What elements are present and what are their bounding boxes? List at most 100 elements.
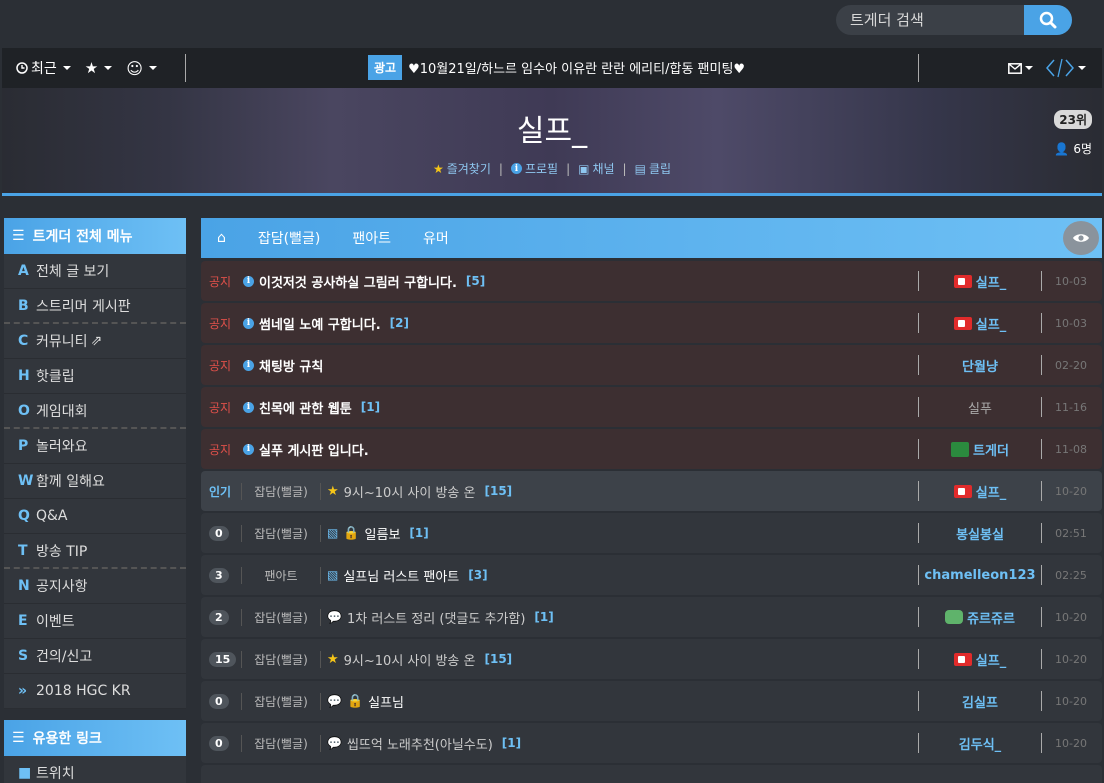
post-author: 실프_ — [975, 485, 1007, 501]
table-row[interactable]: 공지 i 이것저것 공사하실 그림러 구합니다. [5] 실프_ 10-03 — [201, 261, 1102, 301]
streamer-icon — [953, 652, 972, 666]
table-row[interactable]: 0 잡담(뻘글) ▧ 🔒 일름보 [1] 봉실봉실 02:51 — [201, 513, 1102, 553]
comment-count: [2] — [389, 316, 409, 330]
favorites-menu[interactable]: ★ — [84, 59, 113, 77]
comment-count: [1] — [501, 736, 522, 750]
sidebar: ☰ 트게더 전체 메뉴 A 전체 글 보기 B 스트리머 게시판 C 커뮤니티 ⇗ H 핫클… — [4, 218, 186, 783]
image-icon: ▧ — [327, 568, 339, 582]
table-row[interactable]: 3 팬아트 ▧ 실프님 러스트 팬아트 [3] chamelleon123 02:2… — [201, 555, 1102, 595]
sidebar-header: ☰ 트게더 전체 메뉴 — [4, 218, 186, 254]
post-title[interactable]: 실프님 — [368, 692, 404, 711]
user-icon: 👤 — [1054, 141, 1070, 156]
comment-icon: 💬 — [327, 610, 342, 624]
divider — [918, 54, 919, 82]
star-icon: ★ — [84, 59, 99, 77]
twitch-icon: ▣ — [578, 161, 590, 176]
post-title[interactable]: 실프님 러스트 팬아트 — [343, 566, 459, 585]
ad-tag: 광고 — [368, 54, 403, 80]
table-row[interactable]: 2 잡담(뻘글) 💬 1차 러스트 정리 (댓글도 추가함) [1] 쥬르쥬르 10… — [201, 597, 1102, 637]
post-author: 실프_ — [975, 653, 1007, 669]
post-title[interactable]: 채팅방 규칙 — [259, 356, 323, 375]
sidebar-item-hotclip[interactable]: H 핫클립 — [4, 359, 186, 394]
channel-links: ★ 즐겨찾기 | i 프로필 | ▣ 채널 | ▤ 클립 — [432, 160, 672, 177]
post-title[interactable]: 실푸 게시판 입니다. — [259, 440, 369, 459]
table-row[interactable] — [201, 765, 1102, 783]
table-row[interactable]: 인기 잡담(뻘글) ★ 9시~10시 사이 방송 온 [15] 실프_ 10-20 — [201, 471, 1102, 511]
post-author: 단월냥 — [962, 359, 998, 375]
table-row[interactable]: 0 잡담(뻘글) 💬 🔒 실프님 김실프 10-20 — [201, 681, 1102, 721]
table-row[interactable]: 15 잡담(뻘글) ★ 9시~10시 사이 방송 온 [15] 실프_ 10-20 — [201, 639, 1102, 679]
star-icon: ★ — [432, 161, 444, 176]
tab-chat[interactable]: 잡담(뻘글) — [258, 228, 320, 248]
table-row[interactable]: 공지 i 친목에 관한 웹툰 [1] 실푸 11-16 — [201, 387, 1102, 427]
sidebar-item-all[interactable]: A 전체 글 보기 — [4, 254, 186, 289]
sidebar-item-tournament[interactable]: O 게임대회 — [4, 394, 186, 429]
comment-count: [15] — [484, 484, 513, 498]
post-date: 02:51 — [1055, 526, 1087, 540]
sidebar-item-qna[interactable]: Q Q&A — [4, 499, 186, 534]
post-author: 봉실봉실 — [956, 527, 1004, 543]
comment-count: [1] — [360, 400, 381, 414]
post-author: 실푸 — [968, 401, 992, 417]
frog-icon — [945, 610, 964, 624]
code-menu[interactable] — [1045, 57, 1086, 79]
post-title[interactable]: 9시~10시 사이 방송 온 — [344, 482, 476, 501]
recent-menu[interactable]: 최근 — [16, 58, 71, 78]
sidebar-item-work[interactable]: W 함께 일해요 — [4, 464, 186, 499]
sidebar-item-community[interactable]: C 커뮤니티 ⇗ — [4, 324, 186, 359]
emoji-menu[interactable]: ☺ — [126, 59, 157, 78]
board: ⌂ 잡담(뻘글) 팬아트 유머 공지 i 이것저것 공사하실 그림러 구합니다.[… — [201, 218, 1102, 783]
favorite-link[interactable]: ★ 즐겨찾기 — [433, 160, 491, 177]
profile-link[interactable]: i 프로필 — [510, 160, 558, 177]
sidebar-item-report[interactable]: S 건의/신고 — [4, 639, 186, 674]
home-icon[interactable]: ⌂ — [217, 230, 226, 246]
tab-fanart[interactable]: 팬아트 — [352, 228, 391, 248]
table-row[interactable]: 0 잡담(뻘글) 💬 씹뜨억 노래추천(아닐수도) [1] 김두식_ 10-20 — [201, 723, 1102, 763]
post-title[interactable]: 9시~10시 사이 방송 온 — [344, 650, 476, 669]
clock-icon — [16, 62, 28, 74]
view-toggle-button[interactable] — [1063, 221, 1099, 255]
links-list: ■ 트위치 — [4, 756, 186, 783]
recent-label: 최근 — [31, 61, 57, 77]
eye-icon — [1073, 234, 1089, 242]
clip-link[interactable]: ▤ 클립 — [635, 160, 671, 177]
table-row[interactable]: 공지 i 실푸 게시판 입니다. 트게더 11-08 — [201, 429, 1102, 469]
envelope-icon — [1008, 62, 1022, 74]
search-box — [836, 5, 1072, 35]
sidebar-item-tip[interactable]: T 방송 TIP — [4, 534, 186, 569]
post-title[interactable]: 1차 러스트 정리 (댓글도 추가함) — [347, 608, 525, 627]
sidebar-item-event[interactable]: E 이벤트 — [4, 604, 186, 639]
search-input[interactable] — [836, 5, 1024, 35]
info-icon: i — [243, 359, 254, 371]
sidebar-item-visit[interactable]: P 놀러와요 — [4, 429, 186, 464]
ad-banner[interactable]: 광고 ♥10월21일/하느르 임수아 이유란 란란 에리티/합동 팬미팅♥ — [368, 54, 745, 80]
sidebar-item-notice[interactable]: N 공지사항 — [4, 569, 186, 604]
comment-count: [5] — [465, 274, 486, 288]
post-title[interactable]: 일름보 — [365, 524, 401, 543]
sidebar-item-streamer[interactable]: B 스트리머 게시판 — [4, 289, 186, 324]
info-icon: i — [243, 317, 254, 329]
info-icon: i — [243, 275, 254, 287]
search-icon — [1039, 11, 1057, 29]
sidebar-item-hgc[interactable]: » 2018 HGC KR — [4, 674, 186, 709]
view-count-badge: 15 — [209, 651, 237, 667]
post-list: 공지 i 이것저것 공사하실 그림러 구합니다. [5] 실프_ 10-03 공지 … — [201, 261, 1102, 783]
view-count-badge: 0 — [209, 693, 229, 709]
channel-banner: 실프_ ★ 즐겨찾기 | i 프로필 | ▣ 채널 | ▤ 클립 23위 👤 6명 — [2, 88, 1102, 196]
search-button[interactable] — [1024, 5, 1072, 35]
post-title[interactable]: 씹뜨억 노래추천(아닐수도) — [347, 734, 493, 753]
image-icon: ▧ — [327, 526, 339, 540]
post-date: 11-16 — [1055, 400, 1087, 414]
table-row[interactable]: 공지 i 썸네일 노예 구합니다. [2] 실프_ 10-03 — [201, 303, 1102, 343]
channel-title: 실프_ — [516, 114, 588, 149]
mail-menu[interactable] — [1008, 62, 1033, 74]
post-title[interactable]: 이것저것 공사하실 그림러 구합니다. — [259, 272, 457, 291]
tab-humor[interactable]: 유머 — [423, 228, 449, 248]
post-title[interactable]: 친목에 관한 웹툰 — [259, 398, 352, 417]
table-row[interactable]: 공지 i 채팅방 규칙 단월냥 02-20 — [201, 345, 1102, 385]
post-date: 10-03 — [1055, 316, 1087, 330]
channel-link[interactable]: ▣ 채널 — [578, 160, 614, 177]
post-title[interactable]: 썸네일 노예 구합니다. — [259, 314, 381, 333]
view-count-badge: 2 — [209, 609, 229, 625]
sidebar-item-twitch[interactable]: ■ 트위치 — [4, 756, 186, 783]
